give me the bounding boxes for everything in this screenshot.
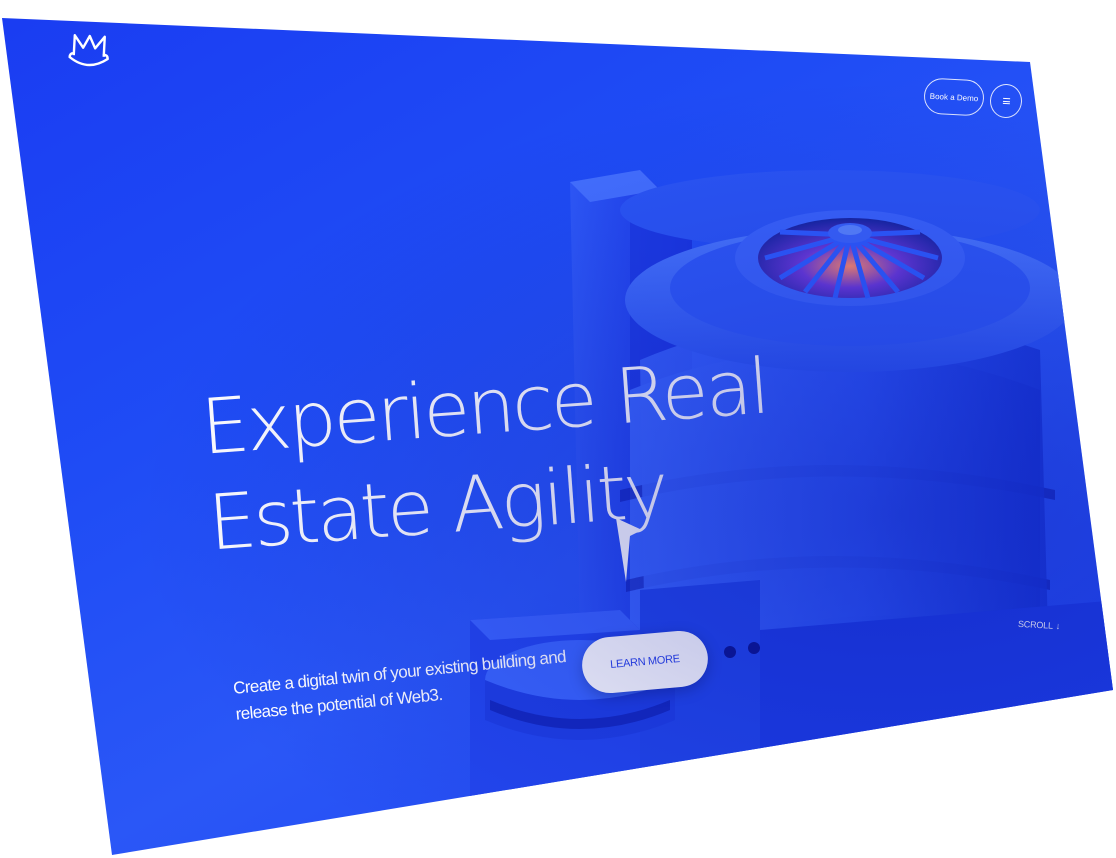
hero-screen: Book a Demo Experience Real Estate Agili… bbox=[2, 18, 1113, 855]
m-crown-logo-icon[interactable] bbox=[65, 27, 113, 75]
scroll-indicator[interactable]: SCROLL ↓ bbox=[1018, 619, 1061, 631]
menu-button[interactable] bbox=[989, 83, 1023, 119]
mouse-cursor-icon bbox=[616, 518, 642, 582]
arrow-down-icon: ↓ bbox=[1055, 620, 1061, 631]
scroll-label: SCROLL bbox=[1017, 618, 1054, 631]
page-stage: Book a Demo Experience Real Estate Agili… bbox=[0, 0, 1116, 858]
book-demo-button[interactable]: Book a Demo bbox=[923, 77, 985, 117]
hamburger-menu-icon bbox=[1002, 97, 1010, 105]
